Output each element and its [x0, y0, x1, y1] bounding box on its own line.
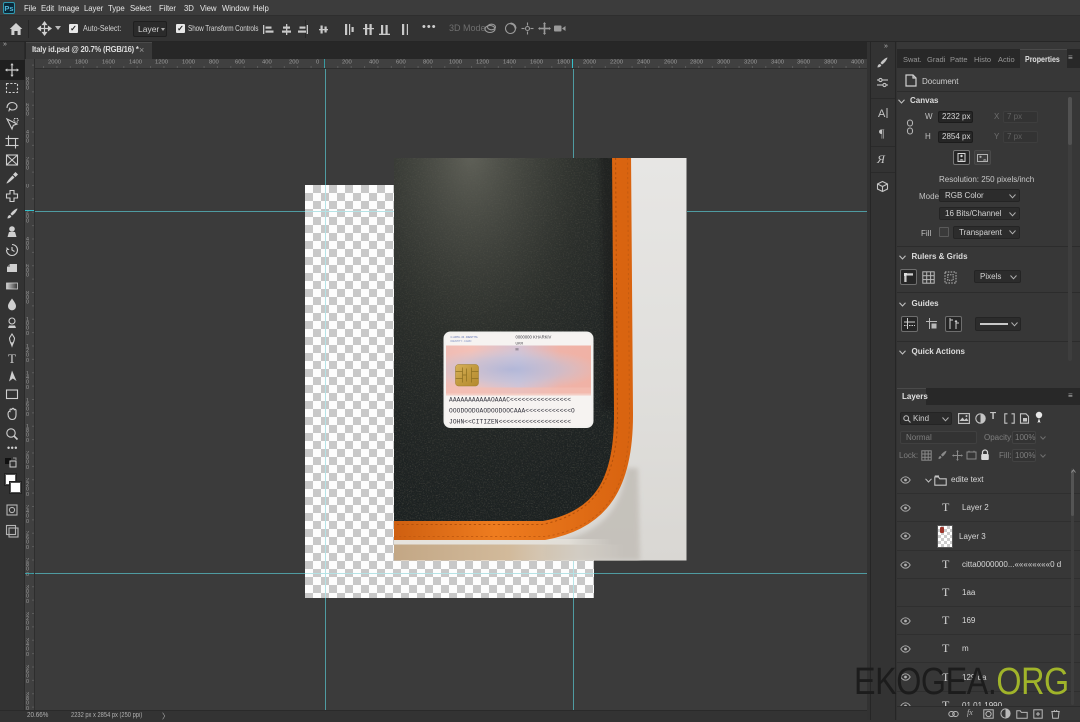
svg-text:A: A — [878, 108, 886, 120]
svg-text:Я: Я — [876, 152, 886, 166]
svg-text:UKR: UKR — [516, 342, 524, 346]
svg-text:T: T — [8, 351, 16, 366]
svg-text:AAAAAAAAAAAOAAAC<<<<<<<<<<<<<<: AAAAAAAAAAAOAAAC<<<<<<<<<<<<<<<< — [449, 397, 571, 404]
svg-text:OOODOODOAODOODOOCAAA<<<<<<<<<<: OOODOODOAODOODOOCAAA<<<<<<<<<<<<O — [449, 408, 575, 415]
svg-text:C·ARTA··DI··IDENTITA: C·ARTA··DI··IDENTITA — [451, 335, 478, 339]
svg-text:¶: ¶ — [879, 126, 885, 140]
svg-text:JOHN<<CITIZEN<<<<<<<<<<<<<<<<<: JOHN<<CITIZEN<<<<<<<<<<<<<<<<<<< — [449, 419, 571, 426]
svg-text:IDENTITY··CARD: IDENTITY··CARD — [451, 339, 472, 343]
svg-text:M: M — [516, 348, 519, 352]
svg-text:0000000 KHARKIV: 0000000 KHARKIV — [516, 335, 552, 340]
